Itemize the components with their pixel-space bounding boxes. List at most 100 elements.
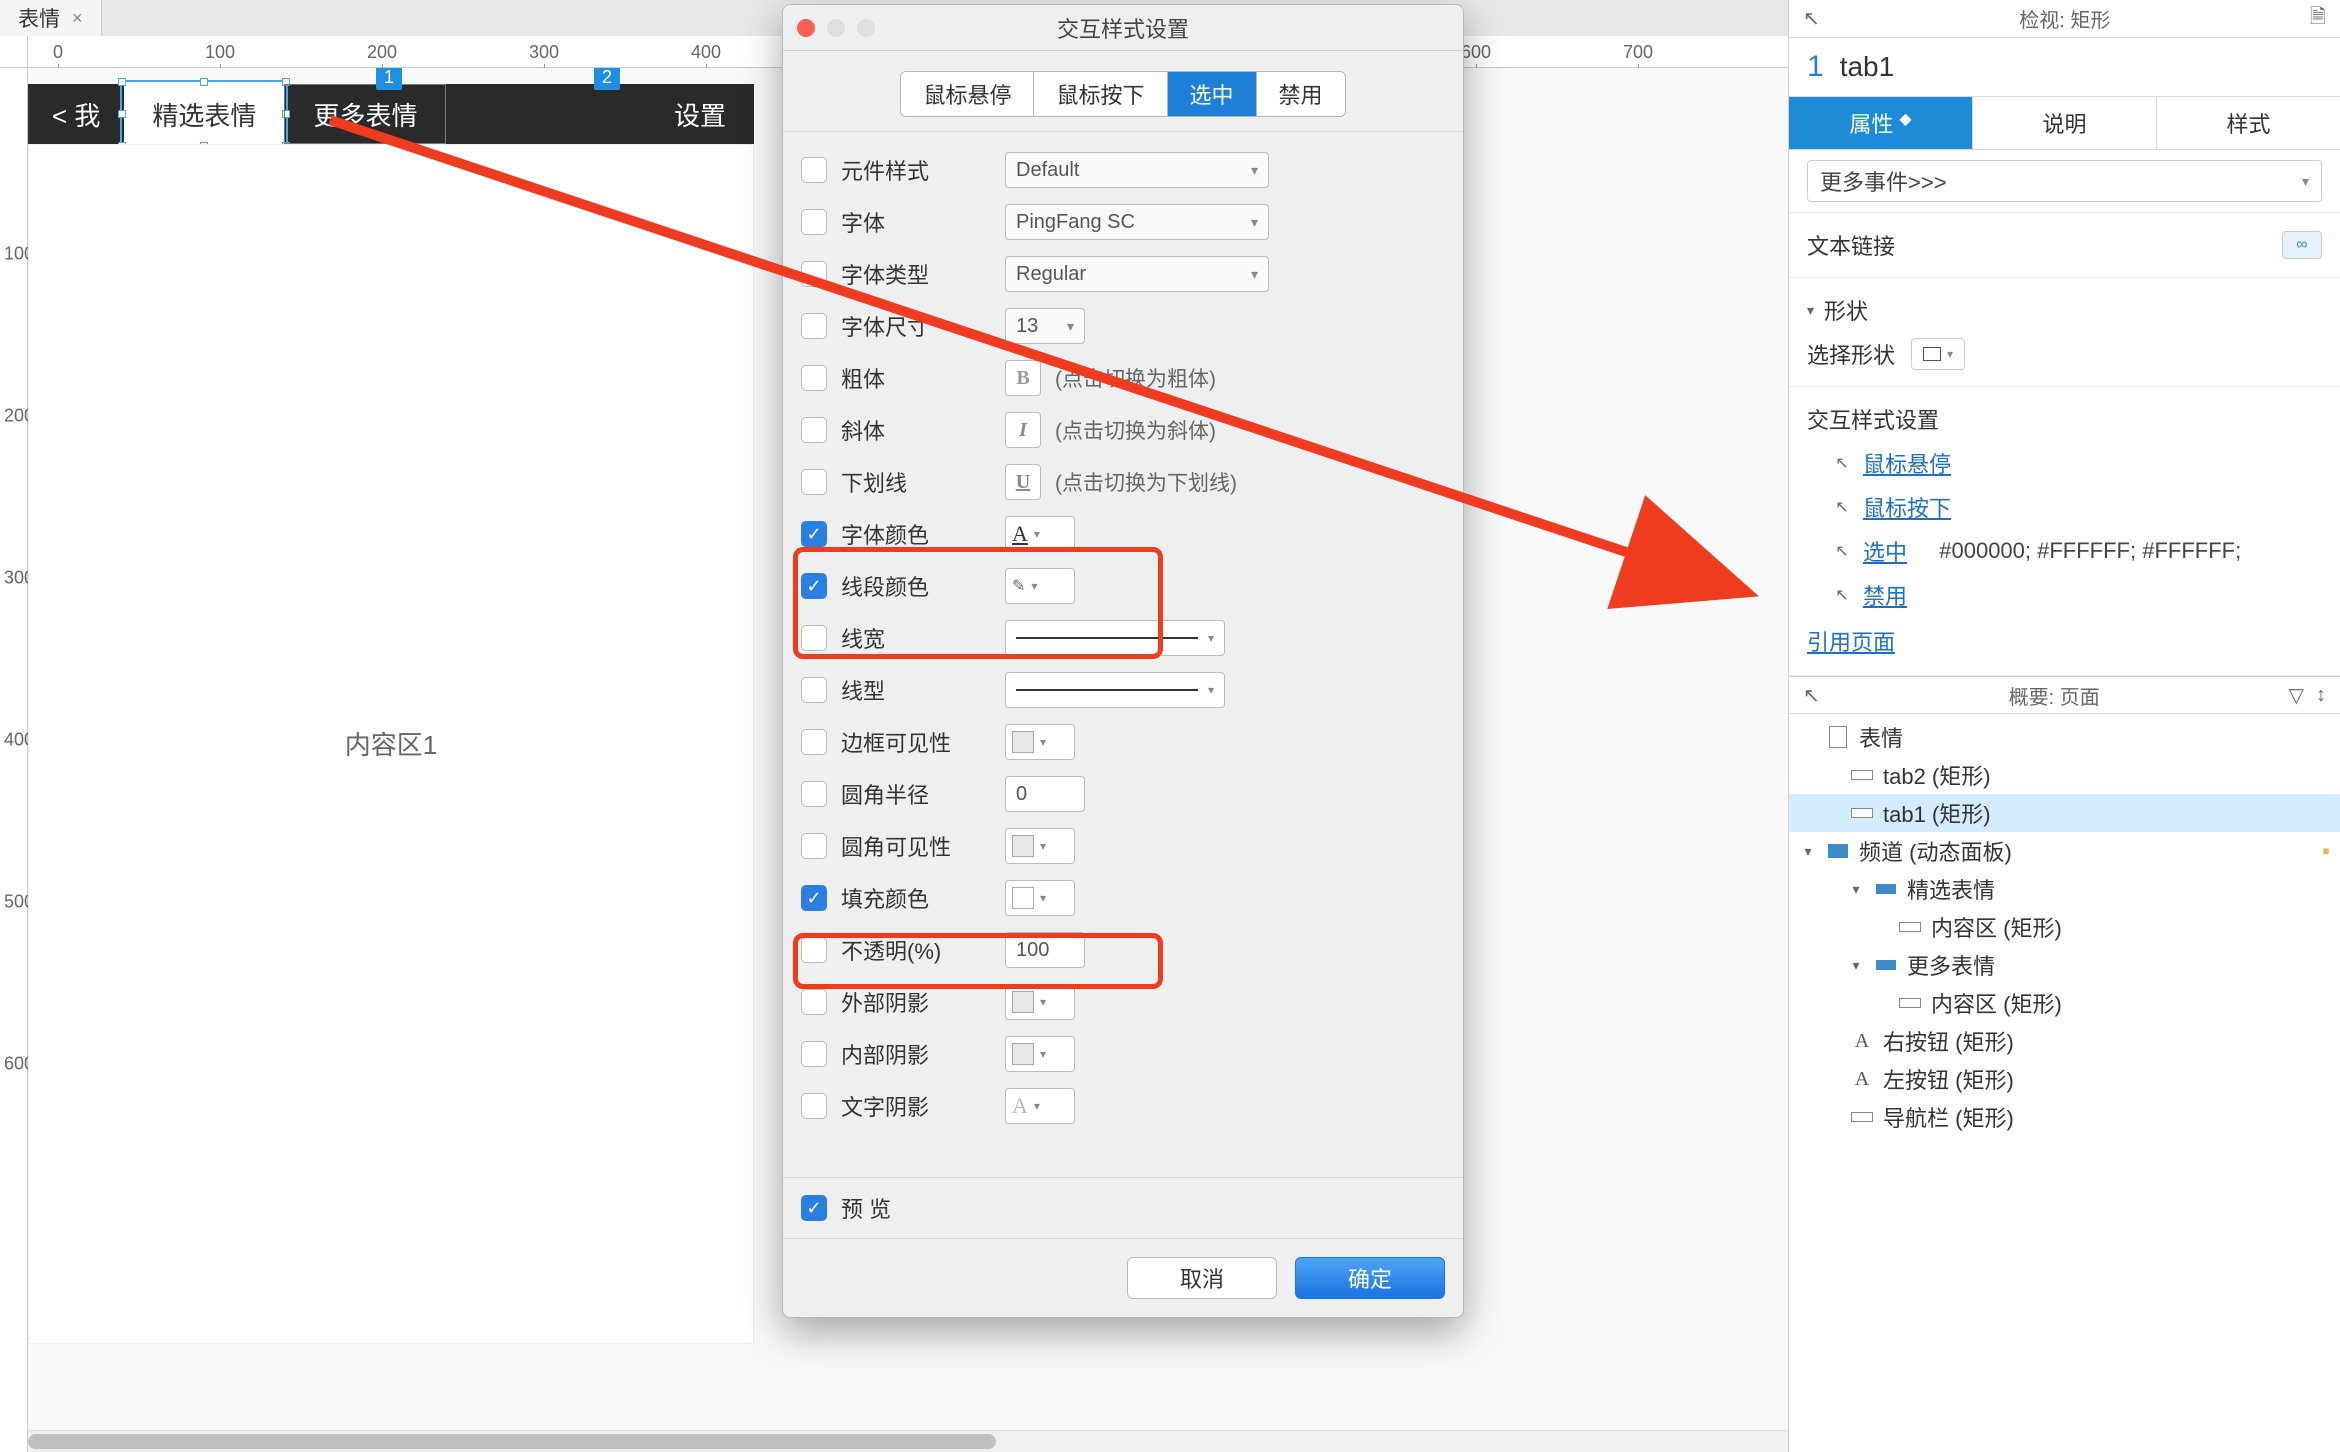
row-italic: 斜体 I (点击切换为斜体) <box>801 404 1445 456</box>
checkbox-border-vis[interactable] <box>801 729 827 755</box>
bold-icon[interactable]: B <box>1005 360 1041 396</box>
tab-style[interactable]: 样式 <box>2157 97 2340 149</box>
checkbox-bold[interactable] <box>801 365 827 391</box>
widget-name[interactable]: tab1 <box>1840 51 1895 83</box>
reference-page-link[interactable]: 引用页面 <box>1807 617 1895 665</box>
outline-page[interactable]: 表情 <box>1789 718 2340 756</box>
line-style-combo[interactable]: ▾ <box>1005 672 1225 708</box>
corner-radius-input[interactable] <box>1005 776 1085 812</box>
more-events-combo[interactable]: 更多事件>>>▾ <box>1807 160 2322 202</box>
tab-selected[interactable]: 选中 <box>1168 72 1257 116</box>
checkbox-corner-vis[interactable] <box>801 833 827 859</box>
tab-notes[interactable]: 说明 <box>1973 97 2157 149</box>
outline-tab1[interactable]: tab1 (矩形) <box>1789 794 2340 832</box>
collapse-icon[interactable]: ↖ <box>1803 6 1820 31</box>
checkbox-corner-radius[interactable] <box>801 781 827 807</box>
link-icon[interactable]: ∞ <box>2282 231 2322 259</box>
checkbox-line-color[interactable] <box>801 573 827 599</box>
outline-state1[interactable]: ▾精选表情 <box>1789 870 2340 908</box>
checkbox-widget-style[interactable] <box>801 157 827 183</box>
footnote-badge-1[interactable]: 1 <box>376 68 402 90</box>
outline-lbtn[interactable]: A左按钮 (矩形) <box>1789 1060 2340 1098</box>
notes-icon[interactable]: 🗎 <box>2310 2 2326 36</box>
filter-icon[interactable]: ▽ <box>2289 683 2304 708</box>
settings-button[interactable]: 设置 <box>646 96 754 133</box>
checkbox-font-color[interactable] <box>801 521 827 547</box>
tab-featured-selected[interactable]: 精选表情 <box>124 84 284 144</box>
underline-icon[interactable]: U <box>1005 464 1041 500</box>
font-color-picker[interactable]: A▾ <box>1005 516 1075 552</box>
document-tab-label: 表情 <box>18 3 60 33</box>
ok-button[interactable]: 确定 <box>1295 1257 1445 1299</box>
checkbox-line-width[interactable] <box>801 625 827 651</box>
row-border-vis: 边框可见性 ▾ <box>801 716 1445 768</box>
checkbox-font-type[interactable] <box>801 261 827 287</box>
outline-rbtn[interactable]: A右按钮 (矩形) <box>1789 1022 2340 1060</box>
combo-font-size[interactable]: 13▾ <box>1005 308 1085 344</box>
checkbox-opacity[interactable] <box>801 937 827 963</box>
outer-shadow-combo[interactable]: ▾ <box>1005 984 1075 1020</box>
dialog-footer: 取消 确定 <box>783 1238 1463 1317</box>
outline-tree[interactable]: 表情 tab2 (矩形) tab1 (矩形) ▾频道 (动态面板)▪ ▾精选表情… <box>1789 714 2340 1452</box>
outline-tab2[interactable]: tab2 (矩形) <box>1789 756 2340 794</box>
checkbox-font-size[interactable] <box>801 313 827 339</box>
checkbox-underline[interactable] <box>801 469 827 495</box>
line-width-combo[interactable]: ▾ <box>1005 620 1225 656</box>
checkbox-preview[interactable] <box>801 1195 827 1221</box>
dialog-titlebar[interactable]: 交互样式设置 <box>783 5 1463 51</box>
inner-shadow-combo[interactable]: ▾ <box>1005 1036 1075 1072</box>
traffic-lights[interactable] <box>797 19 875 37</box>
checkbox-fill-color[interactable] <box>801 885 827 911</box>
outline-content1[interactable]: 内容区 (矩形) <box>1789 908 2340 946</box>
checkbox-italic[interactable] <box>801 417 827 443</box>
footnote-index[interactable]: 1 <box>1807 50 1824 84</box>
checkbox-font[interactable] <box>801 209 827 235</box>
content-area-widget[interactable]: 内容区1 <box>28 144 754 1344</box>
outline-panel[interactable]: ▾频道 (动态面板)▪ <box>1789 832 2340 870</box>
outline-state2[interactable]: ▾更多表情 <box>1789 946 2340 984</box>
tab-disabled[interactable]: 禁用 <box>1257 72 1345 116</box>
text-shadow-combo[interactable]: A▾ <box>1005 1088 1075 1124</box>
navbar-widget[interactable]: < 我 精选表情 更多表情 设置 <box>28 84 754 144</box>
tab-properties[interactable]: 属性◆ <box>1789 97 1973 149</box>
corner-vis-combo[interactable]: ▾ <box>1005 828 1075 864</box>
combo-font-type[interactable]: Regular▾ <box>1005 256 1269 292</box>
checkbox-text-shadow[interactable] <box>801 1093 827 1119</box>
sort-icon[interactable]: ↕ <box>2316 684 2326 707</box>
tab-more[interactable]: 更多表情 <box>284 84 446 144</box>
row-text-shadow: 文字阴影 A▾ <box>801 1080 1445 1132</box>
scrollbar-horizontal[interactable] <box>28 1430 1788 1452</box>
border-vis-combo[interactable]: ▾ <box>1005 724 1075 760</box>
ix-disabled[interactable]: ↖禁用 <box>1831 573 2322 617</box>
shape-picker[interactable]: ▾ <box>1911 338 1965 370</box>
back-button[interactable]: < 我 <box>28 96 124 133</box>
fill-color-picker[interactable]: ▾ <box>1005 880 1075 916</box>
inspector-tabs: 属性◆ 说明 样式 <box>1789 96 2340 150</box>
combo-font[interactable]: PingFang SC▾ <box>1005 204 1269 240</box>
ix-hover[interactable]: ↖鼠标悬停 <box>1831 441 2322 485</box>
outline-content2[interactable]: 内容区 (矩形) <box>1789 984 2340 1022</box>
close-icon[interactable]: × <box>72 8 83 29</box>
collapse-icon[interactable]: ↖ <box>1803 683 1820 708</box>
outline-nav[interactable]: 导航栏 (矩形) <box>1789 1098 2340 1136</box>
checkbox-inner-shadow[interactable] <box>801 1041 827 1067</box>
row-underline: 下划线 U (点击切换为下划线) <box>801 456 1445 508</box>
opacity-input[interactable] <box>1005 932 1085 968</box>
cursor-icon: ↖ <box>1831 540 1853 562</box>
shape-section-toggle[interactable]: ▾形状 <box>1807 288 2322 332</box>
ix-selected[interactable]: ↖选中 #000000; #FFFFFF; #FFFFFF; <box>1831 529 2322 573</box>
document-tab[interactable]: 表情 × <box>0 0 102 36</box>
cancel-button[interactable]: 取消 <box>1127 1257 1277 1299</box>
scrollbar-thumb[interactable] <box>28 1434 996 1449</box>
footnote-badge-2[interactable]: 2 <box>594 68 620 90</box>
tab-hover[interactable]: 鼠标悬停 <box>901 72 1034 116</box>
checkbox-line-style[interactable] <box>801 677 827 703</box>
checkbox-outer-shadow[interactable] <box>801 989 827 1015</box>
line-color-picker[interactable]: ✎▾ <box>1005 568 1075 604</box>
tab-mousedown[interactable]: 鼠标按下 <box>1034 72 1167 116</box>
cursor-icon: ↖ <box>1831 496 1853 518</box>
ix-mousedown[interactable]: ↖鼠标按下 <box>1831 485 2322 529</box>
row-fill-color: 填充颜色 ▾ <box>801 872 1445 924</box>
italic-icon[interactable]: I <box>1005 412 1041 448</box>
combo-widget-style[interactable]: Default▾ <box>1005 152 1269 188</box>
